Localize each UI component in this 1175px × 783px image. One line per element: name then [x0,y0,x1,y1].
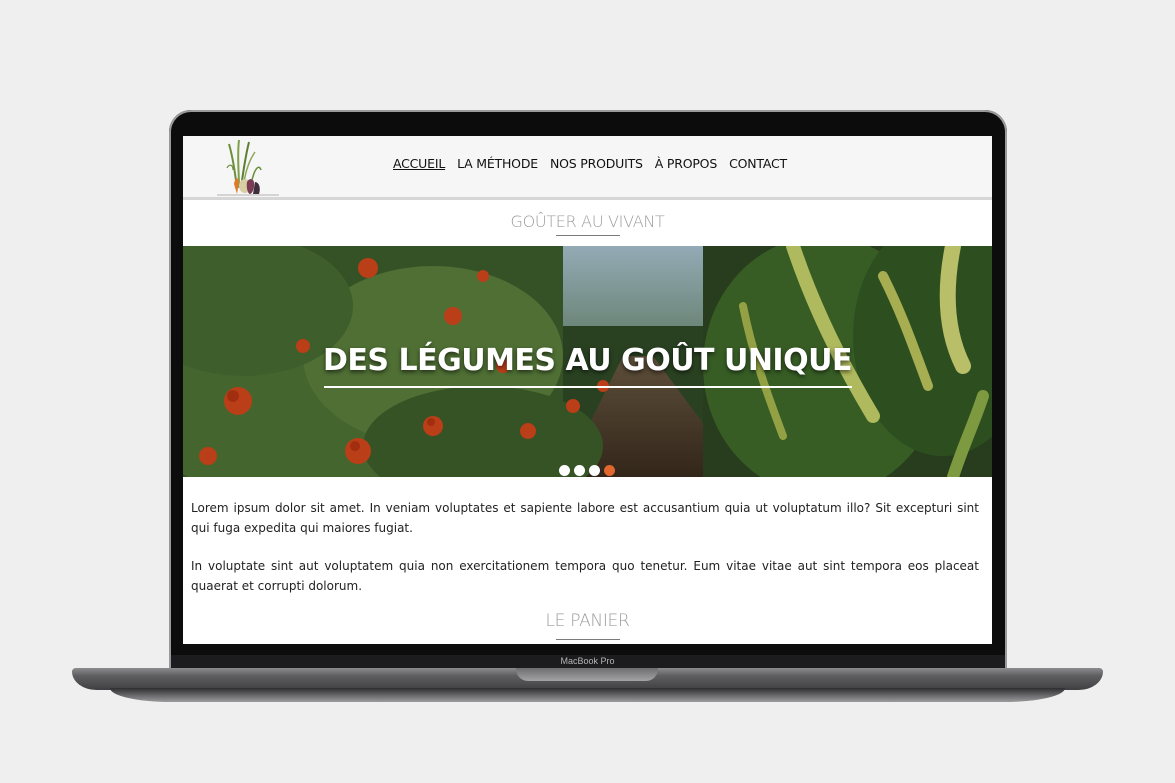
carousel-dot-4[interactable] [604,465,615,476]
carousel-dot-3[interactable] [589,465,600,476]
hero-title: DES LÉGUMES AU GOÛT UNIQUE [323,343,852,378]
nav-item-nos-produits[interactable]: NOS PRODUITS [550,156,643,171]
laptop-base-bottom [110,688,1065,702]
section-title-underline [556,235,620,236]
carousel-dots [559,465,615,476]
nav-item-a-propos[interactable]: À PROPOS [655,156,718,171]
nav-item-contact[interactable]: CONTACT [729,156,787,171]
nav-item-la-methode[interactable]: LA MÉTHODE [457,156,538,171]
site-header: ACCUEIL LA MÉTHODE NOS PRODUITS À PROPOS… [183,136,992,200]
section-title-le-panier: LE PANIER [545,611,630,631]
section-title-gouter: GOÛTER AU VIVANT [510,212,665,231]
website-screen: ACCUEIL LA MÉTHODE NOS PRODUITS À PROPOS… [183,136,992,644]
laptop-notch [516,668,658,681]
main-nav: ACCUEIL LA MÉTHODE NOS PRODUITS À PROPOS… [393,156,787,171]
carousel-dot-1[interactable] [559,465,570,476]
vegetables-logo-icon[interactable] [215,138,281,196]
hero-carousel[interactable]: DES LÉGUMES AU GOÛT UNIQUE [183,246,992,477]
carousel-dot-2[interactable] [574,465,585,476]
hero-title-underline [324,386,852,388]
laptop-model-label: MacBook Pro [560,656,615,666]
intro-paragraph-1: Lorem ipsum dolor sit amet. In veniam vo… [191,501,979,535]
nav-item-accueil[interactable]: ACCUEIL [393,156,445,171]
intro-paragraph-2: In voluptate sint aut voluptatem quia no… [191,559,979,593]
section-title-underline-2 [556,639,620,640]
